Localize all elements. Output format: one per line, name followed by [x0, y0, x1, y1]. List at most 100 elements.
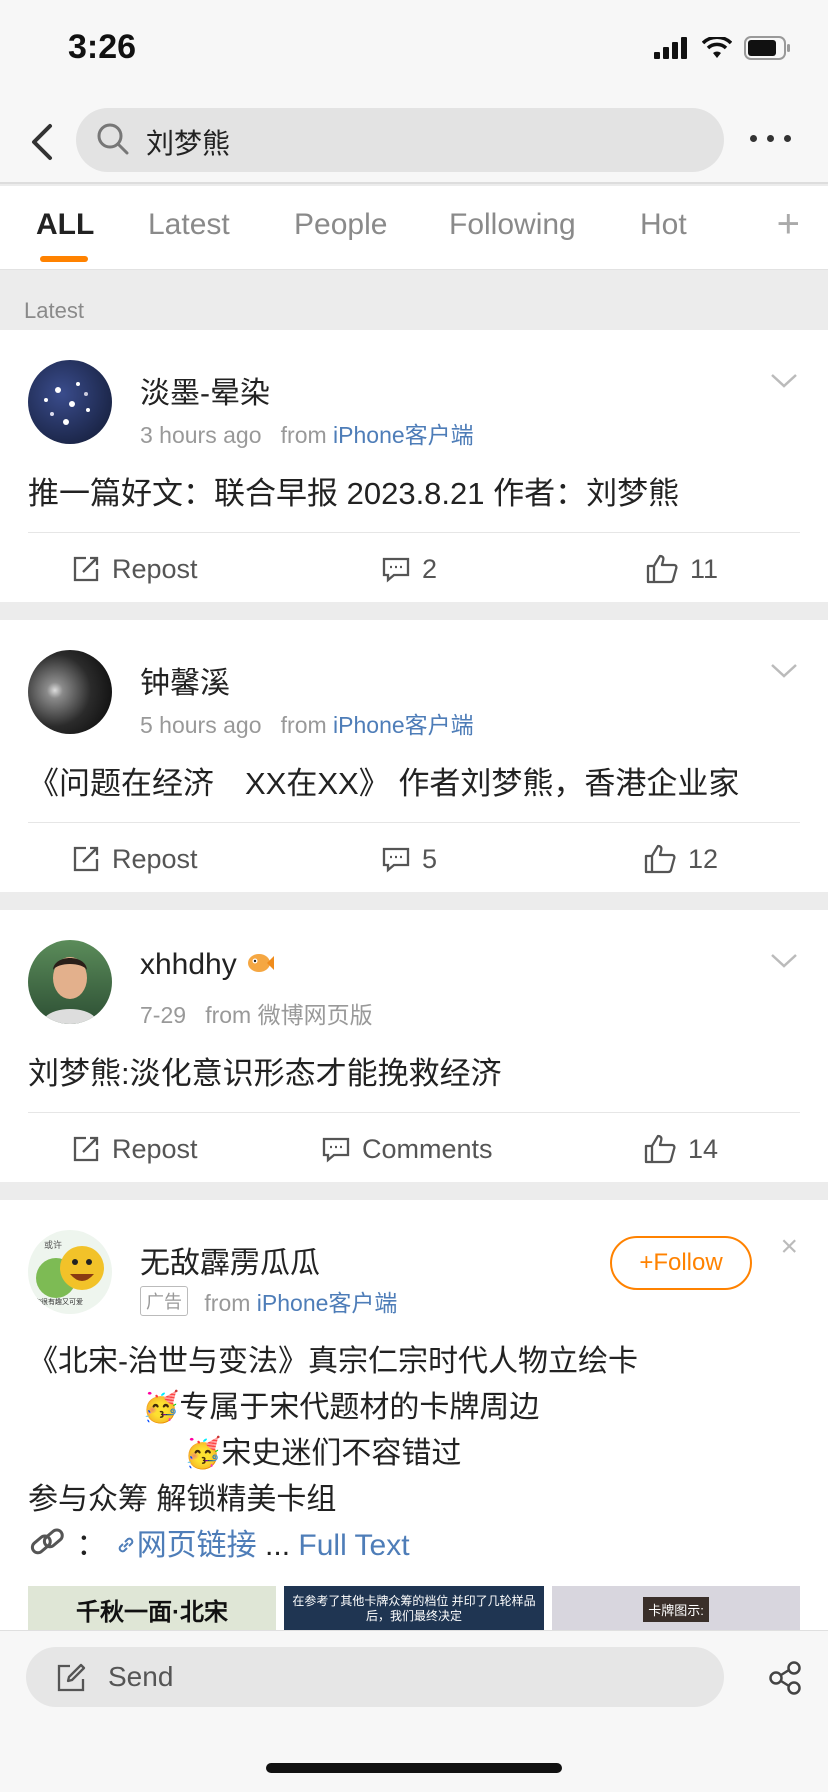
post-text-line[interactable]: 《北宋-治世与变法》真宗仁宗时代人物立绘卡: [28, 1336, 638, 1380]
tab-latest[interactable]: Latest: [148, 208, 230, 242]
tab-all[interactable]: ALL: [36, 208, 94, 242]
post-text-span: 宋史迷们不容错过: [221, 1437, 462, 1470]
fish-badge-icon: [248, 954, 275, 972]
party-emoji-icon: 🥳: [184, 1437, 222, 1470]
post-text-span: 专属于宋代题材的卡牌周边: [179, 1391, 540, 1424]
section-label: Latest: [24, 298, 84, 323]
comment-icon: [322, 1137, 350, 1163]
author-name[interactable]: 淡墨-晕染: [140, 368, 270, 412]
post-time: 5 hours ago: [140, 712, 262, 738]
like-button[interactable]: 11: [646, 533, 718, 605]
chevron-down-icon[interactable]: [770, 952, 798, 970]
repost-button[interactable]: Repost: [72, 1113, 198, 1185]
avatar-caption: 你很有趣又可爱: [34, 1297, 83, 1306]
post-text[interactable]: 推一篇好文：联合早报 2023.8.21 作者：刘梦熊: [28, 468, 679, 513]
follow-button[interactable]: +Follow: [610, 1236, 752, 1290]
post-text[interactable]: 《问题在经济 XX在XX》 作者刘梦熊，香港企业家: [28, 758, 739, 803]
status-time: 3:26: [68, 28, 137, 66]
repost-label: Repost: [112, 843, 198, 874]
avatar[interactable]: [28, 360, 112, 444]
thumbs-up-icon: [644, 1134, 676, 1164]
post-card[interactable]: xhhdhy 7-29 from 微博网页版 刘梦熊:淡化意识形态才能挽救经济 …: [0, 910, 828, 1182]
ellipsis: ...: [265, 1529, 291, 1562]
post-meta: 5 hours ago from iPhone客户端: [140, 706, 474, 740]
repost-button[interactable]: Repost: [72, 533, 198, 605]
author-name-text: xhhdhy: [140, 948, 237, 981]
bottom-bar: Send: [0, 1630, 828, 1792]
post-card[interactable]: 淡墨-晕染 3 hours ago from iPhone客户端 推一篇好文：联…: [0, 330, 828, 602]
wifi-icon: [702, 37, 732, 58]
author-name[interactable]: xhhdhy: [140, 948, 275, 982]
status-bar: 3:26: [0, 0, 828, 100]
post-card[interactable]: 钟馨溪 5 hours ago from iPhone客户端 《问题在经济 XX…: [0, 620, 828, 892]
repost-label: Repost: [112, 553, 198, 584]
from-label: from: [280, 712, 327, 738]
repost-icon: [73, 846, 99, 872]
avatar-caption: 或许: [44, 1239, 62, 1251]
from-label: from: [280, 422, 327, 448]
comment-count: 2: [422, 553, 438, 584]
full-text-link[interactable]: Full Text: [298, 1529, 409, 1562]
ad-image[interactable]: 在参考了其他卡牌众筹的档位 并印了几轮样品后，我们最终决定: [284, 1586, 544, 1632]
avatar-image: 或许 你很有趣又可爱: [34, 1239, 104, 1306]
post-source[interactable]: 微博网页版: [258, 1002, 373, 1028]
chevron-down-icon[interactable]: [770, 372, 798, 390]
ad-post-card[interactable]: 或许 你很有趣又可爱 无敌霹雳瓜瓜 广告 from iPhone客户端 +Fol…: [0, 1200, 828, 1632]
comment-icon: [382, 847, 410, 873]
post-actions: Repost Comments 14: [0, 1113, 828, 1185]
active-tab-indicator: [40, 256, 88, 262]
more-options-icon[interactable]: [750, 128, 800, 148]
close-icon[interactable]: ×: [780, 1230, 798, 1264]
avatar-image: [42, 957, 98, 1024]
ad-badge: 广告: [140, 1286, 188, 1316]
party-emoji-icon: 🥳: [142, 1391, 180, 1424]
home-indicator: [266, 1763, 562, 1773]
link-icon: [118, 1537, 133, 1553]
post-text[interactable]: 刘梦熊:淡化意识形态才能挽救经济: [28, 1048, 502, 1093]
comment-button[interactable]: 5: [382, 823, 437, 895]
tab-following[interactable]: Following: [449, 208, 576, 242]
thumbs-up-icon: [646, 554, 678, 584]
post-actions: Repost 5 12: [0, 823, 828, 895]
author-name[interactable]: 钟馨溪: [140, 658, 230, 702]
web-link[interactable]: 网页链接: [115, 1529, 265, 1562]
search-icon: [97, 123, 129, 155]
thumbs-up-icon: [644, 844, 676, 874]
comment-button[interactable]: Comments: [322, 1113, 493, 1185]
post-source[interactable]: iPhone客户端: [257, 1290, 398, 1316]
add-tab-icon[interactable]: +: [777, 202, 800, 247]
avatar[interactable]: [28, 940, 112, 1024]
edit-icon: [57, 1663, 86, 1692]
post-text-line[interactable]: 🥳专属于宋代题材的卡牌周边: [142, 1382, 539, 1426]
like-button[interactable]: 14: [644, 1113, 718, 1185]
tab-hot[interactable]: Hot: [640, 208, 687, 242]
ad-image[interactable]: 千秋一面·北宋: [28, 1586, 276, 1632]
avatar[interactable]: [28, 650, 112, 734]
comment-label: Comments: [362, 1133, 493, 1164]
post-text-line[interactable]: 🥳宋史迷们不容错过: [184, 1428, 461, 1472]
link-prefix: ：: [76, 1529, 107, 1562]
share-icon[interactable]: [768, 1661, 802, 1695]
web-link-text: 网页链接: [136, 1529, 257, 1562]
author-name[interactable]: 无敌霹雳瓜瓜: [140, 1238, 320, 1282]
ad-image-strip: 千秋一面·北宋 在参考了其他卡牌众筹的档位 并印了几轮样品后，我们最终决定 卡牌…: [28, 1586, 800, 1632]
post-source[interactable]: iPhone客户端: [333, 712, 474, 738]
post-link-line: ： 网页链接 ... Full Text: [28, 1520, 410, 1564]
comment-count: 5: [422, 843, 438, 874]
send-input[interactable]: Send: [26, 1647, 724, 1707]
like-button[interactable]: 12: [644, 823, 718, 895]
comment-button[interactable]: 2: [382, 533, 437, 605]
search-input[interactable]: 刘梦熊: [76, 108, 724, 172]
search-query: 刘梦熊: [146, 128, 231, 159]
chain-link-icon: [30, 1528, 64, 1555]
tab-people[interactable]: People: [294, 208, 387, 242]
repost-label: Repost: [112, 1133, 198, 1164]
ad-image[interactable]: 卡牌图示:: [552, 1586, 800, 1632]
post-time: 3 hours ago: [140, 422, 262, 448]
back-arrow-icon[interactable]: [22, 120, 62, 164]
post-source[interactable]: iPhone客户端: [333, 422, 474, 448]
post-text-line[interactable]: 参与众筹 解锁精美卡组: [28, 1474, 336, 1518]
chevron-down-icon[interactable]: [770, 662, 798, 680]
avatar[interactable]: 或许 你很有趣又可爱: [28, 1230, 112, 1314]
repost-button[interactable]: Repost: [72, 823, 198, 895]
